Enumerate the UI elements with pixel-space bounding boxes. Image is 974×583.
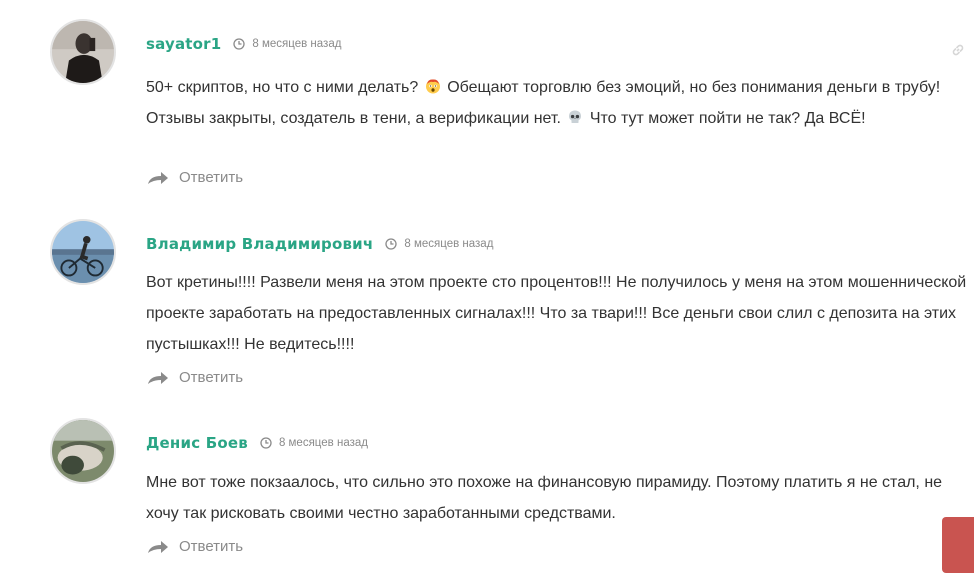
reply-label: Ответить <box>179 369 244 386</box>
comment-author[interactable]: Денис Боев <box>146 434 248 452</box>
comment-author[interactable]: sayator1 <box>146 35 221 53</box>
comment-time-text: 8 месяцев назад <box>252 38 342 50</box>
comment-time: 8 месяцев назад <box>233 38 341 50</box>
comment-meta: Денис Боев 8 месяцев назад <box>146 433 368 453</box>
comment-text: Мне вот тоже покзаалось, что сильно это … <box>146 474 943 522</box>
clock-icon <box>385 238 398 250</box>
comment-time: 8 месяцев назад <box>385 238 493 250</box>
avatar-photo <box>52 420 114 482</box>
reply-arrow-icon <box>146 370 170 386</box>
comment-meta: Владимир Владимирович 8 месяцев назад <box>146 234 493 254</box>
comment-time-text: 8 месяцев назад <box>404 238 494 250</box>
comment-text-part: Что тут может пойти не так? Да ВСЁ! <box>589 110 866 127</box>
clock-icon <box>260 437 272 449</box>
comment-text: Вот кретины!!!! Развели меня на этом про… <box>146 274 967 353</box>
reply-button[interactable]: Ответить <box>146 369 243 386</box>
comment-time-text: 8 месяцев назад <box>278 437 368 449</box>
comment-text-part: 50+ скриптов, но что с ними делать? <box>146 79 419 96</box>
avatar[interactable] <box>50 418 116 484</box>
reply-button[interactable]: Ответить <box>146 538 243 555</box>
link-icon[interactable] <box>950 42 966 58</box>
comment-author[interactable]: Владимир Владимирович <box>146 235 373 253</box>
reply-button[interactable]: Ответить <box>146 169 243 186</box>
reply-label: Ответить <box>179 538 244 555</box>
skull-icon <box>567 109 583 125</box>
reply-label: Ответить <box>179 169 244 186</box>
comment-meta: sayator1 8 месяцев назад <box>146 34 341 54</box>
reply-arrow-icon <box>146 170 170 186</box>
reply-arrow-icon <box>146 539 170 555</box>
avatar[interactable] <box>50 219 116 285</box>
comment-time: 8 месяцев назад <box>260 437 368 449</box>
comment-text: 50+ скриптов, но что с ними делать? Обещ… <box>146 72 968 134</box>
avatar[interactable] <box>50 19 116 85</box>
avatar-photo <box>52 221 114 283</box>
floating-action-button[interactable] <box>942 517 974 573</box>
clock-icon <box>233 38 246 50</box>
avatar-photo <box>52 21 114 83</box>
shocked-face-icon <box>425 78 441 94</box>
